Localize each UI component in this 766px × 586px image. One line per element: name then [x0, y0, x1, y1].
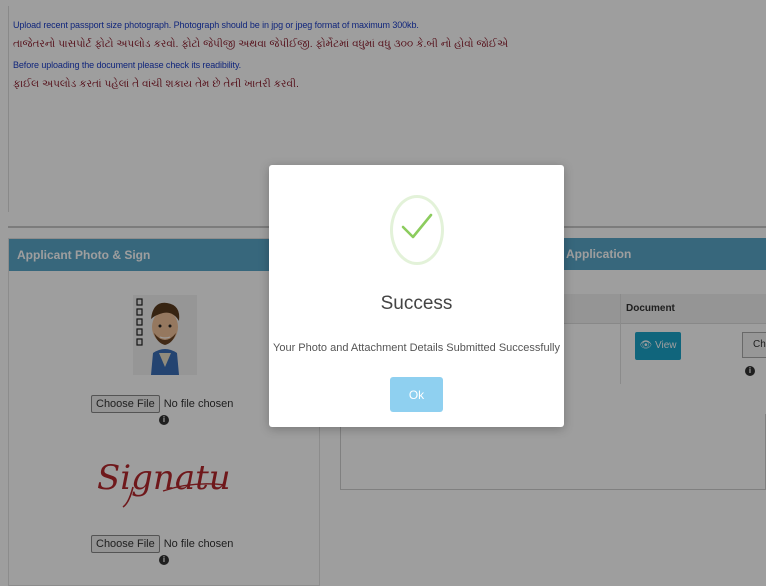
success-check-icon [390, 195, 444, 265]
dialog-title: Success [380, 293, 453, 314]
dialog-message: Your Photo and Attachment Details Submit… [273, 342, 560, 354]
success-dialog: Success Your Photo and Attachment Detail… [269, 165, 564, 427]
ok-button[interactable]: Ok [390, 377, 443, 412]
